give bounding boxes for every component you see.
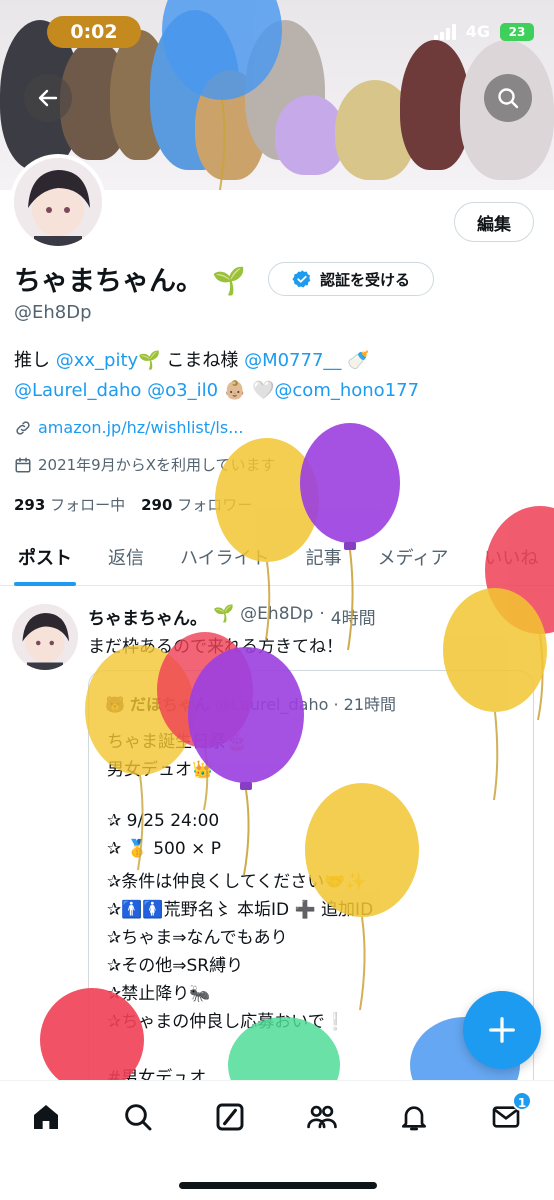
bio-mention[interactable]: @M0777__: [244, 350, 341, 371]
battery-icon: 23: [500, 22, 534, 41]
communities-icon: [307, 1105, 337, 1129]
quoted-line: ✰ちゃまの仲良し応募おいで❕: [107, 1012, 346, 1032]
bio-text: こまね様: [160, 350, 245, 371]
compose-button[interactable]: [463, 991, 541, 1069]
quoted-separator: ·: [333, 695, 339, 714]
home-icon: [34, 1105, 58, 1129]
nav-messages[interactable]: 1: [488, 1091, 532, 1135]
search-icon: [125, 1104, 152, 1131]
link-icon: [16, 420, 30, 435]
get-verified-button[interactable]: 認証を受ける: [268, 262, 434, 296]
battery-level: 23: [508, 24, 526, 39]
grok-icon: [216, 1103, 244, 1131]
quoted-author-name: だほちゃん: [130, 695, 211, 714]
plus-icon: [489, 1017, 515, 1043]
bio-mention[interactable]: @com_hono177: [274, 380, 419, 401]
avatar-illustration: [12, 604, 78, 670]
tab-highlights[interactable]: ハイライト: [162, 534, 288, 585]
sprout-emoji: 🌱: [213, 604, 235, 624]
nav-home[interactable]: [28, 1099, 64, 1135]
tab-likes[interactable]: いいね: [466, 534, 554, 585]
calendar-icon: [15, 457, 31, 472]
notifications-icon: [402, 1106, 426, 1131]
avatar-illustration: [14, 158, 102, 246]
tweet-avatar[interactable]: [12, 604, 78, 670]
verified-badge-icon: [292, 270, 311, 288]
white-heart-emoji: 🤍: [251, 380, 275, 401]
tab-media[interactable]: メディア: [360, 534, 467, 585]
quoted-line: ✰禁止降り🐜: [107, 984, 211, 1004]
bio-mention[interactable]: @xx_pity: [56, 350, 138, 371]
signal-icon: [433, 23, 456, 40]
quoted-line: ✰ 9/25 24:00: [107, 811, 220, 831]
quoted-line: ちゃま誕生日祭🎂: [107, 732, 248, 752]
search-icon: [498, 88, 519, 109]
quoted-line: ✰その他⇒SR縛り: [107, 956, 244, 976]
profile-handle: @Eh8Dp: [14, 302, 92, 323]
website-link[interactable]: amazon.jp/hz/wishlist/ls...: [38, 418, 243, 437]
following-label: フォロー中: [50, 496, 126, 514]
display-name-text: ちゃまちゃん。: [14, 266, 203, 297]
quoted-author-handle: @Laurel_daho: [215, 695, 329, 714]
quoted-avatar-icon: 🐻: [105, 695, 125, 714]
quoted-line: ✰ 🥇 500 × P: [107, 839, 221, 859]
quoted-time: 21時間: [343, 695, 397, 714]
tab-posts[interactable]: ポスト: [0, 534, 90, 586]
display-name: ちゃまちゃん。 🌱: [14, 259, 246, 298]
sprout-emoji: 🌱: [138, 350, 161, 371]
search-button[interactable]: [484, 74, 532, 122]
tab-articles[interactable]: 記事: [288, 534, 360, 585]
edit-profile-button[interactable]: 編集: [454, 202, 534, 242]
sprout-emoji: 🌱: [212, 266, 247, 297]
tweet-time[interactable]: 4時間: [331, 604, 376, 629]
profile-bio: 推し @xx_pity🌱 こまね様 @M0777__ 🍼 @Laurel_dah…: [14, 346, 544, 406]
nav-grok[interactable]: [212, 1099, 248, 1135]
back-button[interactable]: [24, 74, 72, 122]
bottle-emoji: 🍼: [347, 350, 370, 371]
bio-text: 推し: [14, 350, 56, 371]
followers-label: フォロワー: [177, 496, 253, 514]
tweet-text: まだ枠あるので来れる方きてね！: [88, 637, 343, 657]
quoted-header: 🐻 だほちゃん @Laurel_daho · 21時間: [105, 691, 396, 715]
bio-mention[interactable]: @o3_il0: [147, 380, 218, 401]
quoted-line: ✰条件は仲良くしてください🤝✨: [107, 872, 367, 892]
joined-row: 2021年9月からXを利用しています: [14, 454, 276, 475]
joined-date: 2021年9月からXを利用しています: [38, 456, 276, 474]
following-link[interactable]: 293 フォロー中: [14, 494, 125, 515]
website-row: amazon.jp/hz/wishlist/ls...: [14, 418, 243, 437]
bio-mention[interactable]: @Laurel_daho: [14, 380, 141, 401]
tweet-author-handle[interactable]: @Eh8Dp: [240, 604, 313, 629]
followers-link[interactable]: 290 フォロワー: [141, 494, 252, 515]
nav-communities[interactable]: [304, 1099, 340, 1135]
tab-replies[interactable]: 返信: [90, 534, 162, 585]
quoted-line: 男女デュオ👑: [107, 760, 214, 780]
tweet-separator: ·: [319, 604, 325, 624]
tweet-author-name[interactable]: ちゃまちゃん。: [88, 604, 207, 629]
status-icons: 4G 23: [433, 22, 534, 41]
profile-tabs: ポスト 返信 ハイライト 記事 メディア いいね: [0, 534, 554, 586]
profile-avatar[interactable]: [10, 154, 106, 250]
follow-stats: 293 フォロー中 290 フォロワー: [14, 494, 252, 515]
network-type: 4G: [465, 22, 490, 41]
get-verified-label: 認証を受ける: [319, 270, 410, 289]
messages-badge: 1: [512, 1091, 532, 1111]
tweet-header: ちゃまちゃん。 🌱 @Eh8Dp · 4時間: [88, 604, 376, 629]
quoted-line: ✰ちゃま⇒なんでもあり: [107, 928, 288, 948]
quoted-line: ✰🚹🚺荒野名〻 本垢ID ➕ 追加ID: [107, 900, 374, 920]
arrow-left-icon: [38, 89, 58, 107]
status-time: 0:02: [47, 16, 141, 48]
baby-emoji: 👶🏼: [223, 380, 247, 401]
nav-notifications[interactable]: [396, 1099, 432, 1135]
following-count: 293: [14, 496, 46, 514]
followers-count: 290: [141, 496, 173, 514]
nav-search[interactable]: [120, 1099, 156, 1135]
home-indicator[interactable]: [179, 1182, 377, 1189]
